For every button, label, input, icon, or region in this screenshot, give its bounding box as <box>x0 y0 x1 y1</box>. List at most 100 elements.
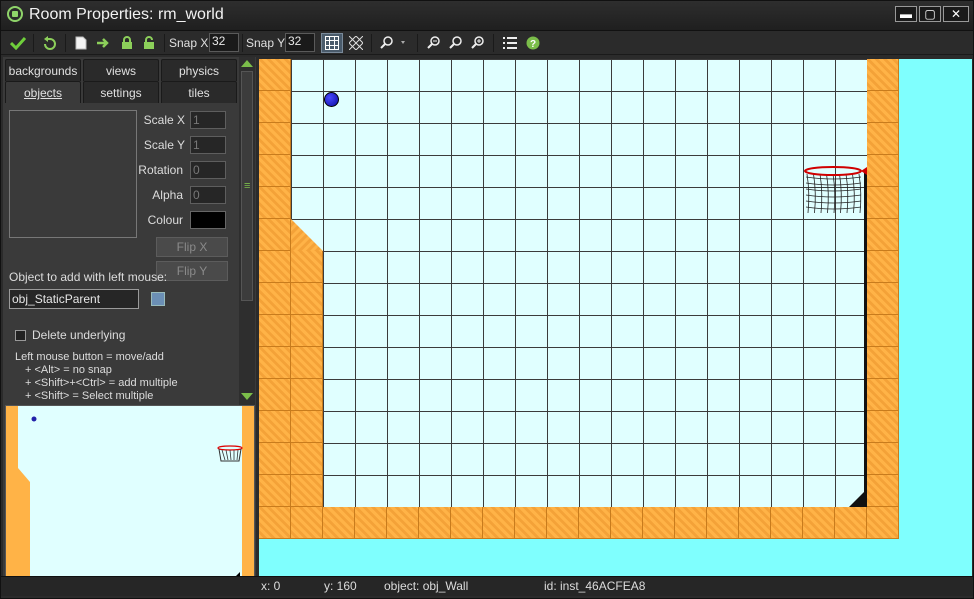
wall-block[interactable] <box>291 443 323 475</box>
zoom-in-icon[interactable] <box>467 33 489 53</box>
wall-block[interactable] <box>259 219 291 251</box>
wall-block[interactable] <box>867 219 899 251</box>
wall-block[interactable] <box>291 411 323 443</box>
wall-block[interactable] <box>259 475 291 507</box>
wall-block[interactable] <box>259 91 291 123</box>
wall-block[interactable] <box>643 507 675 539</box>
wall-block[interactable] <box>291 475 323 507</box>
wall-block[interactable] <box>259 251 291 283</box>
tab-backgrounds[interactable]: backgrounds <box>5 59 81 81</box>
object-picker-icon[interactable] <box>151 292 165 306</box>
unlock-icon[interactable] <box>139 33 159 53</box>
wall-block[interactable] <box>259 347 291 379</box>
wall-block[interactable] <box>419 507 451 539</box>
undo-icon[interactable] <box>39 33 61 53</box>
wall-block[interactable] <box>291 379 323 411</box>
scale-x-input[interactable]: 1 <box>190 111 226 129</box>
wall-block[interactable] <box>707 507 739 539</box>
delete-underlying-checkbox[interactable] <box>15 330 26 341</box>
tab-tiles[interactable]: tiles <box>161 81 237 103</box>
wall-block[interactable] <box>259 283 291 315</box>
wall-block[interactable] <box>291 251 323 283</box>
wall-block[interactable] <box>867 123 899 155</box>
scale-y-input[interactable]: 1 <box>190 136 226 154</box>
scroll-down-icon[interactable] <box>241 393 253 400</box>
room-minimap[interactable] <box>5 405 255 591</box>
wall-block[interactable] <box>867 283 899 315</box>
wall-block[interactable] <box>867 507 899 539</box>
grid-toggle-icon[interactable] <box>321 33 343 53</box>
close-button[interactable]: ✕ <box>943 6 969 22</box>
lock-icon[interactable] <box>117 33 137 53</box>
wall-block[interactable] <box>291 507 323 539</box>
maximize-button[interactable]: ▢ <box>919 6 941 22</box>
wall-block[interactable] <box>675 507 707 539</box>
wall-block[interactable] <box>259 379 291 411</box>
wall-block[interactable] <box>867 443 899 475</box>
alpha-input[interactable]: 0 <box>190 186 226 204</box>
rotation-input[interactable]: 0 <box>190 161 226 179</box>
snap-x-input[interactable]: 32 <box>209 33 239 52</box>
wall-block[interactable] <box>291 347 323 379</box>
slope-block[interactable] <box>835 475 867 507</box>
room-grid[interactable] <box>259 59 899 539</box>
wall-block[interactable] <box>323 507 355 539</box>
tab-physics[interactable]: physics <box>161 59 237 81</box>
minimize-button[interactable]: ▬ <box>895 6 917 22</box>
wall-block[interactable] <box>259 155 291 187</box>
wall-block[interactable] <box>291 283 323 315</box>
wall-block[interactable] <box>259 443 291 475</box>
scroll-thumb[interactable] <box>241 71 253 301</box>
scroll-up-icon[interactable] <box>241 60 253 67</box>
wall-block[interactable] <box>867 187 899 219</box>
object-select-input[interactable]: obj_StaticParent <box>9 289 139 309</box>
basketball-hoop-icon[interactable] <box>803 163 869 217</box>
zoom-dropdown-icon[interactable] <box>377 33 411 53</box>
wall-block[interactable] <box>867 475 899 507</box>
wall-block[interactable] <box>579 507 611 539</box>
tab-objects[interactable]: objects <box>5 81 81 103</box>
zoom-out-icon[interactable] <box>423 33 445 53</box>
wall-block[interactable] <box>547 507 579 539</box>
tab-settings[interactable]: settings <box>83 81 159 103</box>
tab-views[interactable]: views <box>83 59 159 81</box>
room-canvas[interactable] <box>259 59 972 576</box>
wall-block[interactable] <box>259 59 291 91</box>
wall-block[interactable] <box>611 507 643 539</box>
wall-block[interactable] <box>739 507 771 539</box>
wall-block[interactable] <box>355 507 387 539</box>
wall-block[interactable] <box>259 187 291 219</box>
slope-block[interactable] <box>291 219 323 251</box>
list-icon[interactable] <box>499 33 521 53</box>
wall-block[interactable] <box>867 379 899 411</box>
wall-block[interactable] <box>515 507 547 539</box>
help-icon[interactable]: ? <box>522 33 544 53</box>
flip-x-button[interactable]: Flip X <box>156 237 228 257</box>
wall-block[interactable] <box>259 123 291 155</box>
wall-block[interactable] <box>259 315 291 347</box>
ok-checkmark-icon[interactable] <box>7 33 29 53</box>
wall-block[interactable] <box>771 507 803 539</box>
shift-arrow-icon[interactable] <box>93 33 113 53</box>
wall-block[interactable] <box>835 507 867 539</box>
new-document-icon[interactable] <box>71 33 91 53</box>
isometric-grid-icon[interactable] <box>345 33 367 53</box>
wall-block[interactable] <box>451 507 483 539</box>
wall-block[interactable] <box>867 91 899 123</box>
wall-block[interactable] <box>259 507 291 539</box>
colour-swatch[interactable] <box>190 211 226 229</box>
wall-block[interactable] <box>803 507 835 539</box>
wall-block[interactable] <box>483 507 515 539</box>
wall-block[interactable] <box>867 251 899 283</box>
wall-block[interactable] <box>867 411 899 443</box>
zoom-reset-icon[interactable] <box>445 33 467 53</box>
wall-block[interactable] <box>387 507 419 539</box>
wall-block[interactable] <box>867 347 899 379</box>
panel-scrollbar[interactable] <box>239 57 255 405</box>
wall-block[interactable] <box>867 155 899 187</box>
snap-y-input[interactable]: 32 <box>285 33 315 52</box>
wall-block[interactable] <box>259 411 291 443</box>
wall-block[interactable] <box>291 315 323 347</box>
ball-instance[interactable] <box>324 92 339 107</box>
backboard-line[interactable] <box>864 171 867 507</box>
